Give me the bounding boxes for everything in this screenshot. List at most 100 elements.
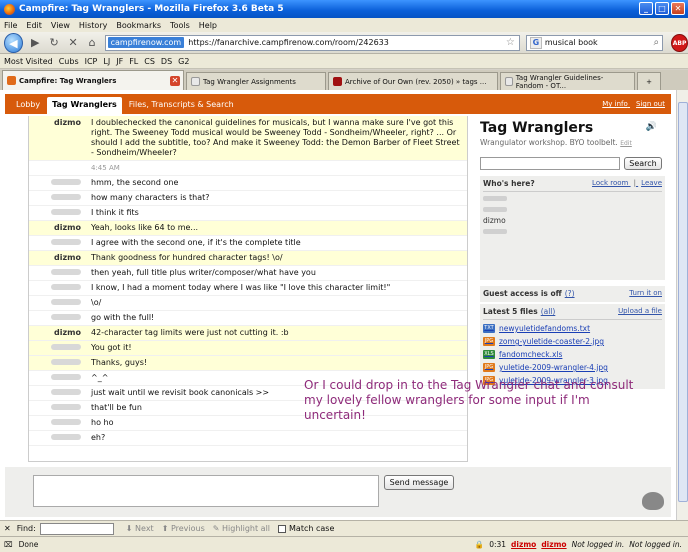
google-icon[interactable]: G xyxy=(529,36,542,49)
menu-view[interactable]: View xyxy=(51,21,70,30)
bookmark-most-visited[interactable]: Most Visited xyxy=(4,57,53,66)
file-type-icon: XLS xyxy=(483,350,495,359)
vertical-scrollbar[interactable] xyxy=(676,90,688,520)
new-tab-button[interactable]: + xyxy=(637,72,661,90)
guest-help-link[interactable]: (?) xyxy=(565,289,575,298)
lock-room-link[interactable]: Lock room xyxy=(592,179,628,187)
close-find-icon[interactable]: ✕ xyxy=(4,524,11,533)
window-titlebar: Campfire: Tag Wranglers - Mozilla Firefo… xyxy=(0,0,688,18)
close-tab-icon[interactable]: ✕ xyxy=(170,75,180,86)
upload-file-link[interactable]: Upload a file xyxy=(618,307,662,316)
reload-icon[interactable]: ↻ xyxy=(48,36,61,50)
message-text: then yeah, full title plus writer/compos… xyxy=(91,268,316,277)
status-icon: ⌧ xyxy=(4,540,13,549)
sign-out-link[interactable]: Sign out xyxy=(636,100,665,108)
leave-link[interactable]: Leave xyxy=(641,179,662,187)
tab-campfire[interactable]: Campfire: Tag Wranglers ✕ xyxy=(2,70,184,90)
tab-label[interactable]: Archive of Our Own (rev. 2050) » tags ..… xyxy=(345,78,486,86)
message-input[interactable] xyxy=(33,475,379,507)
file-name[interactable]: newyuletidefandoms.txt xyxy=(499,324,590,333)
file-name[interactable]: fandomcheck.xls xyxy=(499,350,562,359)
menu-tools[interactable]: Tools xyxy=(170,21,190,30)
menu-history[interactable]: History xyxy=(79,21,107,30)
tab-label[interactable]: Campfire: Tag Wranglers xyxy=(19,77,116,85)
bookmark-cubs[interactable]: Cubs xyxy=(59,57,79,66)
turn-on-guest-link[interactable]: Turn it on xyxy=(629,289,662,298)
minimize-button[interactable]: _ xyxy=(639,2,653,15)
tab-guidelines[interactable]: Tag Wrangler Guidelines-Fandom - OT... xyxy=(500,72,635,90)
user-entry: dizmo xyxy=(483,216,506,225)
timestamp: 4:45 AM xyxy=(91,164,120,172)
forward-icon[interactable]: ▶ xyxy=(29,36,42,50)
search-bar-value[interactable]: musical book xyxy=(545,38,598,47)
search-bar[interactable]: G musical book ⌕ xyxy=(525,34,664,51)
message-text: I doublechecked the canonical guidelines… xyxy=(91,118,460,157)
chat-message: eh? xyxy=(29,431,467,446)
find-next-button[interactable]: ⬇ Next xyxy=(126,524,154,533)
message-author xyxy=(29,161,87,175)
adblock-icon[interactable]: ABP xyxy=(671,33,688,52)
home-icon[interactable]: ⌂ xyxy=(86,36,99,50)
menu-edit[interactable]: Edit xyxy=(26,21,42,30)
file-link[interactable]: XLS fandomcheck.xls xyxy=(483,350,662,359)
my-info-link[interactable]: My info xyxy=(602,100,628,108)
search-icon[interactable]: ⌕ xyxy=(654,37,660,48)
chat-message: Thanks, guys! xyxy=(29,356,467,371)
bookmark-g2[interactable]: G2 xyxy=(178,57,189,66)
status-bar: ⌧ Done 🔒 0:31 dizmo dizmo Not logged in.… xyxy=(0,536,688,552)
bookmark-ds[interactable]: DS xyxy=(161,57,172,66)
tab-assignments[interactable]: Tag Wrangler Assignments xyxy=(186,72,326,90)
file-type-icon: JPG xyxy=(483,363,495,372)
nav-tab-tag-wranglers[interactable]: Tag Wranglers xyxy=(47,97,122,114)
file-link[interactable]: TXT newyuletidefandoms.txt xyxy=(483,324,662,333)
menu-file[interactable]: File xyxy=(4,21,17,30)
lock-icon[interactable]: 🔒 xyxy=(475,540,484,549)
menu-bookmarks[interactable]: Bookmarks xyxy=(116,21,161,30)
message-author: dizmo xyxy=(54,118,81,127)
match-case-checkbox[interactable] xyxy=(278,524,287,533)
find-input[interactable] xyxy=(39,522,114,535)
bookmark-icp[interactable]: ICP xyxy=(85,57,98,66)
tab-label[interactable]: Tag Wrangler Assignments xyxy=(203,78,296,86)
close-window-button[interactable]: ✕ xyxy=(671,2,685,15)
tab-archive[interactable]: Archive of Our Own (rev. 2050) » tags ..… xyxy=(328,72,498,90)
stop-icon[interactable]: ✕ xyxy=(67,36,80,50)
message-author xyxy=(29,266,87,280)
bookmark-cs[interactable]: CS xyxy=(144,57,155,66)
file-link[interactable]: JPG yuletide-2009-wrangler-4.jpg xyxy=(483,363,662,372)
nav-tab-files[interactable]: Files, Transcripts & Search xyxy=(124,97,239,112)
message-text: I know, I had a moment today where I was… xyxy=(91,283,391,292)
tab-label[interactable]: Tag Wrangler Guidelines-Fandom - OT... xyxy=(516,74,630,90)
scrollbar-thumb[interactable] xyxy=(678,102,688,502)
sidebar: Tag Wranglers 🔊 Wrangulator workshop. BY… xyxy=(480,120,665,389)
status-user-link[interactable]: dizmo xyxy=(541,540,566,549)
search-button[interactable]: Search xyxy=(624,157,662,170)
menu-help[interactable]: Help xyxy=(199,21,217,30)
maximize-button[interactable]: □ xyxy=(655,2,669,15)
file-name[interactable]: yuletide-2009-wrangler-4.jpg xyxy=(499,363,608,372)
file-link[interactable]: JPG zomg-yuletide-coaster-2.jpg xyxy=(483,337,662,346)
edit-topic-link[interactable]: Edit xyxy=(620,140,632,147)
bookmark-fl[interactable]: FL xyxy=(129,57,138,66)
url-bar[interactable]: campfirenow.com https://fanarchive.campf… xyxy=(104,34,520,51)
bookmark-lj[interactable]: LJ xyxy=(103,57,110,66)
message-text: hmm, the second one xyxy=(91,178,179,187)
nav-tab-lobby[interactable]: Lobby xyxy=(11,97,45,112)
message-text: eh? xyxy=(91,433,106,442)
back-button[interactable]: ◀ xyxy=(4,32,23,53)
site-identity-badge[interactable]: campfirenow.com xyxy=(107,37,185,48)
bookmark-jf[interactable]: JF xyxy=(116,57,123,66)
url-text[interactable]: https://fanarchive.campfirenow.com/room/… xyxy=(188,38,389,47)
file-name[interactable]: zomg-yuletide-coaster-2.jpg xyxy=(499,337,604,346)
message-text: Thank goodness for hundred character tag… xyxy=(91,253,283,262)
search-input[interactable] xyxy=(480,157,620,170)
bookmark-star-icon[interactable]: ☆ xyxy=(506,37,515,48)
send-message-button[interactable]: Send message xyxy=(384,475,454,490)
status-user-link[interactable]: dizmo xyxy=(511,540,536,549)
highlight-all-button[interactable]: ✎ Highlight all xyxy=(213,524,270,533)
message-author: dizmo xyxy=(54,223,81,232)
speaker-icon[interactable]: 🔊 xyxy=(646,122,657,132)
find-previous-button[interactable]: ⬆ Previous xyxy=(162,524,205,533)
all-files-link[interactable]: (all) xyxy=(541,307,556,316)
archive-tab-icon xyxy=(333,77,342,86)
